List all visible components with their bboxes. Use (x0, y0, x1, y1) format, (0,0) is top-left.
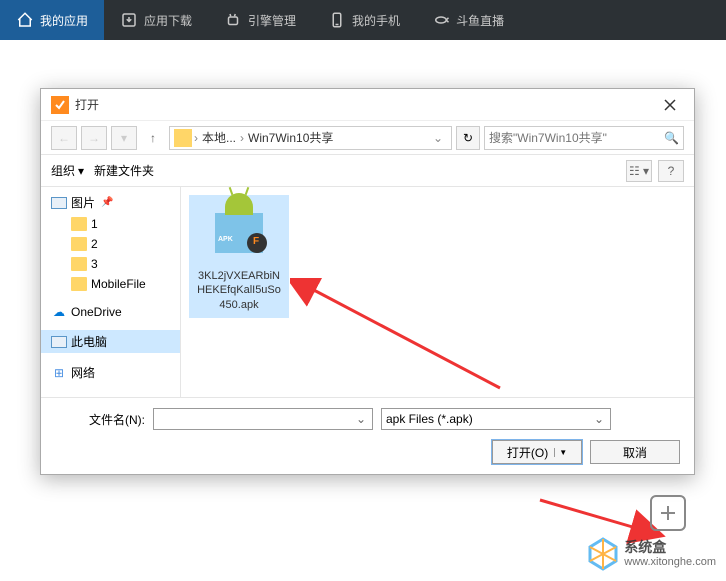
history-dropdown[interactable]: ▾ (111, 126, 137, 150)
watermark-title: 系统盒 (624, 539, 716, 556)
apk-icon: APK (207, 201, 271, 265)
folder-icon (71, 257, 87, 271)
open-button[interactable]: 打开(O) ▼ (492, 440, 582, 464)
filename-input[interactable] (158, 412, 354, 426)
phone-icon (328, 11, 346, 29)
help-button[interactable]: ? (658, 160, 684, 182)
bc-root[interactable]: 本地... (200, 129, 238, 146)
refresh-button[interactable]: ↻ (456, 126, 480, 150)
chevron-down-icon: ▾ (78, 164, 84, 178)
add-apk-button[interactable] (650, 495, 686, 531)
network-icon: ⊞ (51, 367, 67, 379)
nav-douyu[interactable]: 斗鱼直播 (416, 0, 520, 40)
folder-icon (71, 217, 87, 231)
tree-folder-2[interactable]: 2 (41, 234, 180, 254)
pictures-icon (51, 197, 67, 209)
folder-icon (71, 237, 87, 251)
back-button[interactable]: ← (51, 126, 77, 150)
file-name: 3KL2jVXEARbiNHEKEfqKalI5uSo450.apk (195, 269, 283, 312)
nav-label: 我的应用 (40, 12, 88, 29)
nav-bar: ← → ▾ ↑ › 本地... › Win7Win10共享 ⌄ ↻ 🔍 (41, 121, 694, 155)
file-list: APK 3KL2jVXEARbiNHEKEfqKalI5uSo450.apk (181, 187, 694, 397)
android-icon (224, 11, 242, 29)
view-options-button[interactable]: ☷ ▾ (626, 160, 652, 182)
up-button[interactable]: ↑ (141, 126, 165, 150)
filename-combo[interactable]: ⌄ (153, 408, 373, 430)
nav-tree: 图片 📌 1 2 3 MobileFile ☁ OneDrive (41, 187, 181, 397)
organize-menu[interactable]: 组织 ▾ (51, 162, 84, 179)
top-nav: 我的应用 应用下载 引擎管理 我的手机 斗鱼直播 (0, 0, 726, 40)
open-file-dialog: 打开 ← → ▾ ↑ › 本地... › Win7Win10共享 ⌄ ↻ 🔍 组… (40, 88, 695, 475)
dialog-icon (51, 96, 69, 114)
tree-folder-3[interactable]: 3 (41, 254, 180, 274)
bc-dropdown[interactable]: ⌄ (429, 131, 447, 145)
folder-icon (174, 129, 192, 147)
tree-this-pc[interactable]: 此电脑 (41, 330, 180, 353)
nav-app-download[interactable]: 应用下载 (104, 0, 208, 40)
bc-current[interactable]: Win7Win10共享 (246, 129, 335, 146)
cancel-button[interactable]: 取消 (590, 440, 680, 464)
filter-combo[interactable]: apk Files (*.apk) ⌄ (381, 408, 611, 430)
breadcrumb[interactable]: › 本地... › Win7Win10共享 ⌄ (169, 126, 452, 150)
filter-value: apk Files (*.apk) (386, 412, 592, 426)
tree-onedrive[interactable]: ☁ OneDrive (41, 302, 180, 322)
tree-network[interactable]: ⊞ 网络 (41, 361, 180, 384)
toolbar: 组织 ▾ 新建文件夹 ☷ ▾ ? (41, 155, 694, 187)
watermark-logo (586, 537, 620, 571)
watermark: 系统盒 www.xitonghe.com (586, 537, 716, 571)
new-folder-button[interactable]: 新建文件夹 (94, 162, 154, 179)
nav-label: 斗鱼直播 (456, 12, 504, 29)
chevron-down-icon[interactable]: ⌄ (354, 412, 368, 426)
search-icon[interactable]: 🔍 (664, 131, 679, 145)
search-input[interactable] (489, 131, 664, 145)
nav-my-phone[interactable]: 我的手机 (312, 0, 416, 40)
dialog-titlebar: 打开 (41, 89, 694, 121)
watermark-url: www.xitonghe.com (624, 556, 716, 569)
dialog-footer: 文件名(N): ⌄ apk Files (*.apk) ⌄ 打开(O) ▼ 取消 (41, 397, 694, 474)
close-button[interactable] (656, 91, 684, 119)
dialog-title: 打开 (75, 96, 656, 113)
nav-label: 我的手机 (352, 12, 400, 29)
folder-icon (71, 277, 87, 291)
tree-folder-1[interactable]: 1 (41, 214, 180, 234)
filename-label: 文件名(N): (55, 411, 145, 428)
download-icon (120, 11, 138, 29)
home-icon (16, 11, 34, 29)
file-apk[interactable]: APK 3KL2jVXEARbiNHEKEfqKalI5uSo450.apk (189, 195, 289, 318)
nav-engine-manage[interactable]: 引擎管理 (208, 0, 312, 40)
nav-label: 引擎管理 (248, 12, 296, 29)
tree-pictures[interactable]: 图片 📌 (41, 191, 180, 214)
chevron-right-icon: › (240, 131, 244, 145)
chevron-down-icon: ▼ (554, 448, 567, 457)
search-box: 🔍 (484, 126, 684, 150)
forward-button[interactable]: → (81, 126, 107, 150)
nav-my-apps[interactable]: 我的应用 (0, 0, 104, 40)
fish-icon (432, 11, 450, 29)
pin-icon: 📌 (101, 197, 113, 208)
nav-label: 应用下载 (144, 12, 192, 29)
cloud-icon: ☁ (51, 306, 67, 318)
chevron-right-icon: › (194, 131, 198, 145)
pc-icon (51, 336, 67, 348)
dialog-content: 图片 📌 1 2 3 MobileFile ☁ OneDrive (41, 187, 694, 397)
chevron-down-icon[interactable]: ⌄ (592, 412, 606, 426)
tree-mobilefile[interactable]: MobileFile (41, 274, 180, 294)
